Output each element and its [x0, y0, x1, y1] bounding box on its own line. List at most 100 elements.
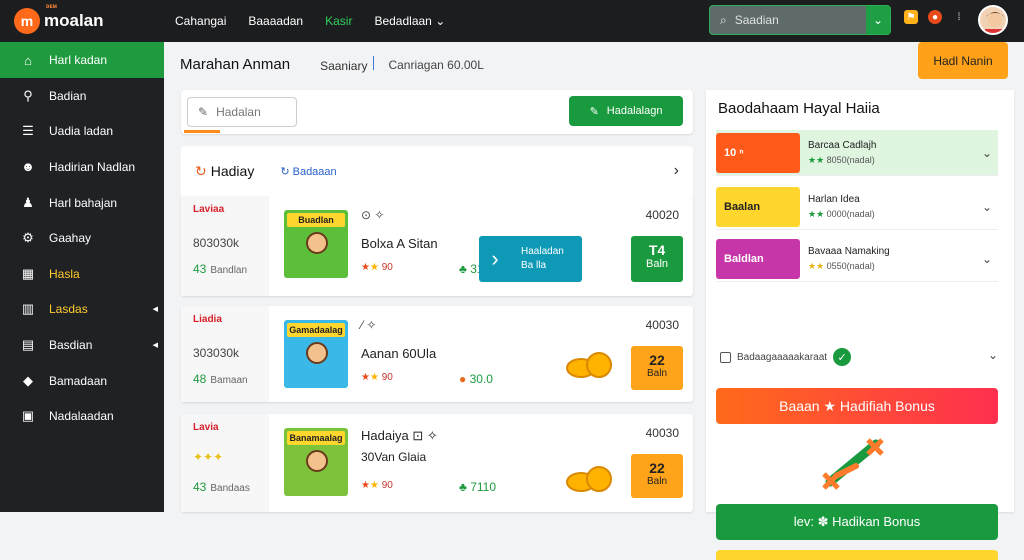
chevron-down-icon[interactable]: ⌄ [982, 252, 992, 266]
chevron-down-icon: ⌄ [435, 14, 446, 28]
grid-icon: ▥ [21, 301, 35, 317]
filter-search[interactable]: ✎ [187, 97, 297, 127]
filter-bar: ✎ ✎Hadalalagn [181, 90, 693, 134]
rating: ★★ 90 [361, 372, 393, 383]
main-content: Marahan Anman Saaniary Canriagan 60.00L … [164, 42, 704, 512]
sidebar-item-label: Nadalaadan [49, 409, 114, 424]
item-price: ♣ 7110 [459, 480, 497, 494]
action-button[interactable]: T4 Baln [631, 236, 683, 282]
breadcrumb-secondary: Canriagan 60.00L [388, 57, 484, 72]
promo-item[interactable]: Baldlan Bavaaa Namaking ★★ 0550(nadal) ⌄ [716, 236, 998, 282]
action-button[interactable]: 22 Baln [631, 346, 683, 390]
game-thumbnail[interactable]: Buadlan [284, 210, 348, 278]
promo-item[interactable]: 10 ⁿ Barcaa Cadlajh ★★ 8050(nadal) ⌄ [716, 130, 998, 176]
bonus-button-secondary[interactable]: lev: ✽ Hadikan Bonus [716, 504, 998, 540]
page-title: Marahan Anman [180, 56, 291, 73]
search-box[interactable]: ⌕ ⌄ [709, 5, 891, 35]
item-number: 40030 [645, 318, 679, 332]
item-price: ● 30.0 [459, 372, 493, 386]
top-action-button[interactable]: Hadl Nanin [918, 42, 1008, 79]
grid-menu-icon[interactable]: ⁞ [952, 10, 966, 24]
sidebar-item[interactable]: ⚙ Gaahay [0, 220, 164, 256]
promo-image: Baldlan [716, 238, 800, 279]
promo-panel: Baodahaam Hayal Haiia 10 ⁿ Barcaa Cadlaj… [706, 90, 1014, 560]
action-button[interactable]: 22 Baln [631, 454, 683, 498]
search-input[interactable] [734, 13, 855, 27]
play-button[interactable]: › Haaladan Ba lla [479, 236, 582, 282]
sidebar-item-label: Basdian [49, 337, 93, 352]
topnav-item-1[interactable]: Cahangai [175, 14, 226, 28]
chevron-down-icon[interactable]: ⌄ [982, 146, 992, 160]
refresh-icon: ↻ [195, 162, 207, 179]
search-icon: ⌕ [720, 12, 727, 27]
collapse-arrow-icon[interactable]: ◀ [153, 341, 158, 349]
item-number: 40020 [645, 208, 679, 222]
sidebar-item-label: Lasdas [49, 302, 88, 317]
item-footer: 43 Bandaas [193, 480, 250, 494]
item-number: 40030 [645, 426, 679, 440]
tab-primary[interactable]: ↻ Hadiay [195, 163, 254, 180]
rating: ★★ 90 [361, 262, 393, 273]
item-icons: ⁄ ✧ [361, 318, 377, 332]
bonus-banner[interactable] [716, 550, 998, 560]
game-thumbnail[interactable]: Banamaalag [284, 428, 348, 496]
sidebar: ⌂ Harl kadan ⚲ Badian ☰ Uadia ladan ☻ Hadirian … [0, 42, 164, 512]
chevron-down-icon[interactable]: ⌄ [982, 200, 992, 214]
sidebar-item[interactable]: ◆ Bamadaan [0, 363, 164, 399]
top-bar: m ᴅᴇᴍ moalan Cahangai Baaaadan Kasir Bed… [0, 0, 1024, 42]
filter-action-button[interactable]: ✎ Hadalalagn [569, 96, 683, 126]
alert-icon[interactable]: ● [928, 10, 942, 24]
breadcrumb[interactable]: Saaniary [320, 56, 375, 73]
sidebar-item[interactable]: ♟ Harl bahajan [0, 185, 164, 221]
notification-icon[interactable]: ⚑ [904, 10, 918, 24]
list-item[interactable]: Laviaa 803030k 43 Bandlan Buadlan ⊙ ✧ Bol… [181, 196, 693, 296]
game-thumbnail[interactable]: Gamadaalag [284, 320, 348, 388]
list-item[interactable]: Liadia 303030k 48 Bamaan Gamadaalag ⁄ ✧ A… [181, 306, 693, 402]
sidebar-item[interactable]: ☻ Hadirian Nadlan [0, 149, 164, 185]
item-title: Hadaiya ⊡ ✧ [361, 428, 438, 443]
logo-mark: m [14, 8, 40, 34]
filter-input[interactable] [216, 105, 287, 119]
item-amount: 303030k [193, 346, 240, 360]
search-dropdown-button[interactable]: ⌄ [866, 6, 890, 34]
top-nav: Cahangai Baaaadan Kasir Bedadlaan ⌄ [175, 14, 445, 28]
settings-icon: ⚙ [22, 230, 34, 246]
sidebar-item[interactable]: ▣ Nadalaadan [0, 398, 164, 434]
logo[interactable]: m ᴅᴇᴍ moalan [0, 4, 165, 34]
coins-icon [566, 352, 612, 380]
sidebar-item-label: Bamadaan [49, 373, 108, 388]
sidebar-item-label: Harl bahajan [49, 195, 118, 210]
table-icon: ▦ [21, 265, 35, 281]
sidebar-item-label: Gaahay [49, 231, 92, 246]
sidebar-item[interactable]: ⌂ Harl kadan [0, 42, 164, 78]
item-subtitle: 30Van Glaia [361, 450, 427, 464]
sidebar-item-label: Hadirian Nadlan [49, 159, 136, 174]
checkbox-row[interactable]: Badaagaaaaakaraat ✓ [720, 348, 852, 366]
bonus-button[interactable]: Baaan ★ Hadifiah Bonus [716, 388, 998, 424]
user-icon: ☻ [21, 159, 35, 175]
sidebar-item[interactable]: ☰ Uadia ladan [0, 114, 164, 150]
list-item[interactable]: Lavia ✦✦✦ 43 Bandaas Banamaalag Hadaiya ⊡… [181, 414, 693, 512]
sidebar-item[interactable]: ⚲ Badian [0, 78, 164, 114]
topnav-item-4[interactable]: Bedadlaan ⌄ [374, 14, 445, 28]
mail-icon: ▣ [21, 408, 35, 424]
sidebar-item[interactable]: ▦ Hasla [0, 256, 164, 292]
home-icon: ⌂ [24, 52, 32, 68]
sidebar-item[interactable]: ▤ Basdian ◀ [0, 327, 164, 363]
topnav-item-2[interactable]: Baaaadan [248, 14, 303, 28]
chevron-right-icon[interactable]: › [674, 162, 679, 180]
checkbox[interactable] [720, 351, 731, 363]
promo-item[interactable]: Baalan Harlan Idea ★★ 0000(nadal) ⌄ [716, 184, 998, 230]
sidebar-item[interactable]: ▥ Lasdas ◀ [0, 292, 164, 328]
item-label: Lavia [193, 422, 219, 433]
item-label: Liadia [193, 314, 222, 325]
avatar[interactable] [978, 5, 1008, 35]
tab-secondary[interactable]: ↻ Badaaan [280, 165, 336, 178]
topnav-item-3[interactable]: Kasir [325, 14, 352, 28]
list-icon: ☰ [22, 123, 34, 139]
chevron-down-icon[interactable]: ⌄ [988, 348, 998, 362]
collapse-arrow-icon[interactable]: ◀ [153, 305, 158, 313]
item-title: Bolxa A Sitan [361, 236, 438, 251]
rating: ★★ 90 [361, 480, 393, 491]
logo-name: moalan [44, 11, 104, 30]
